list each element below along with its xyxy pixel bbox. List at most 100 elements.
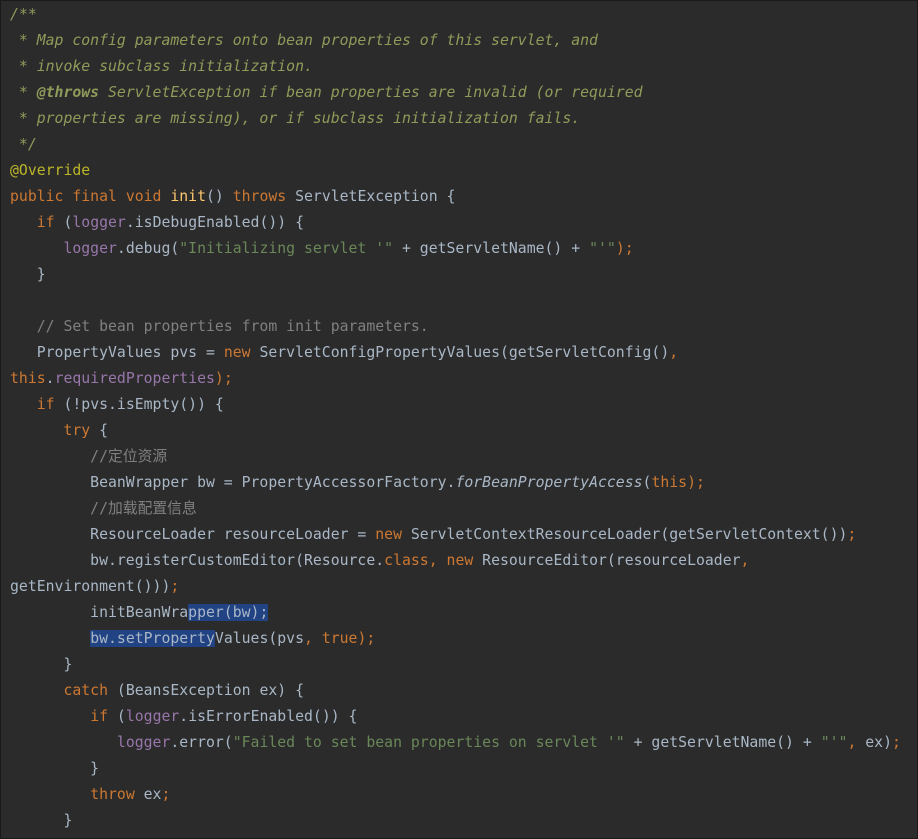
code-token: public: [10, 188, 73, 205]
code-line[interactable]: logger.error("Failed to set bean propert…: [10, 730, 901, 756]
code-token: * Map config parameters onto bean proper…: [10, 32, 598, 49]
code-token: ServletException if bean properties are …: [99, 84, 643, 101]
code-token: this: [10, 370, 46, 387]
code-line[interactable]: if (logger.isErrorEnabled()) {: [10, 704, 901, 730]
code-token: new: [375, 526, 411, 543]
code-line[interactable]: [10, 288, 901, 314]
code-token: final: [72, 188, 126, 205]
code-token: }: [10, 656, 73, 673]
code-token: );: [357, 630, 376, 647]
code-line[interactable]: * Map config parameters onto bean proper…: [10, 28, 901, 54]
code-token: ,: [740, 552, 750, 569]
code-area[interactable]: /** * Map config parameters onto bean pr…: [10, 2, 901, 834]
code-token: @Override: [10, 162, 91, 179]
code-token: true: [321, 630, 358, 647]
code-token: BeanWrapper bw = PropertyAccessorFactory…: [10, 474, 456, 491]
selected-code-token: pper(bw);: [188, 604, 269, 621]
code-token: //定位资源: [10, 448, 168, 465]
code-token: ,: [304, 630, 322, 647]
code-token: ;: [892, 734, 901, 751]
code-token: ;: [847, 526, 857, 543]
code-token: "'": [589, 240, 616, 257]
code-line[interactable]: @Override: [10, 158, 901, 184]
code-token: forBeanPropertyAccess: [455, 474, 643, 491]
code-line[interactable]: }: [10, 652, 901, 678]
code-token: logger: [125, 708, 180, 725]
code-editor[interactable]: /** * Map config parameters onto bean pr…: [0, 0, 918, 839]
code-token: ;: [170, 578, 180, 595]
code-token: ex: [143, 786, 162, 803]
code-token: .isDebugEnabled()) {: [125, 214, 305, 231]
code-token: this: [651, 474, 688, 491]
code-line[interactable]: bw.setPropertyValues(pvs, true);: [10, 626, 901, 652]
code-line[interactable]: */: [10, 132, 901, 158]
code-line[interactable]: PropertyValues pvs = new ServletConfigPr…: [10, 340, 901, 366]
code-line[interactable]: * properties are missing), or if subclas…: [10, 106, 901, 132]
code-token: throws: [232, 188, 296, 205]
code-line[interactable]: BeanWrapper bw = PropertyAccessorFactory…: [10, 470, 901, 496]
code-line[interactable]: * @throws ServletException if bean prope…: [10, 80, 901, 106]
code-line[interactable]: }: [10, 262, 901, 288]
code-line[interactable]: }: [10, 756, 901, 782]
code-token: new: [223, 344, 260, 361]
code-token: .debug(: [116, 240, 180, 257]
code-token: Values(pvs: [214, 630, 304, 647]
code-line[interactable]: }: [10, 808, 901, 834]
code-line[interactable]: * invoke subclass initialization.: [10, 54, 901, 80]
code-line[interactable]: bw.registerCustomEditor(Resource.class, …: [10, 548, 901, 574]
code-token: "Failed to set bean properties on servle…: [232, 734, 625, 751]
code-token: *: [10, 84, 37, 101]
code-token: void: [125, 188, 171, 205]
code-token: //加载配置信息: [10, 500, 197, 517]
code-line[interactable]: //定位资源: [10, 444, 901, 470]
code-token: class: [384, 552, 429, 569]
code-token: {: [99, 422, 109, 439]
code-line[interactable]: //加载配置信息: [10, 496, 901, 522]
code-line[interactable]: public final void init() throws ServletE…: [10, 184, 901, 210]
code-token: try: [63, 422, 100, 439]
code-token: (BeansException ex) {: [116, 682, 304, 699]
code-token: ex): [865, 734, 892, 751]
code-line[interactable]: catch (BeansException ex) {: [10, 678, 901, 704]
code-token: "Initializing servlet '": [179, 240, 394, 257]
code-token: // Set bean properties from init paramet…: [10, 318, 429, 335]
code-line[interactable]: ResourceLoader resourceLoader = new Serv…: [10, 522, 901, 548]
code-token: );: [214, 370, 233, 387]
code-token: init: [170, 188, 206, 205]
code-token: * invoke subclass initialization.: [10, 58, 313, 75]
code-token: .: [45, 370, 55, 387]
code-token: ,: [847, 734, 866, 751]
code-token: throw: [90, 786, 144, 803]
code-token: logger: [72, 214, 126, 231]
code-token: .isErrorEnabled()) {: [179, 708, 358, 725]
code-token: /**: [10, 6, 37, 23]
code-token: ResourceEditor(resourceLoader: [482, 552, 741, 569]
code-token: getEnvironment())): [10, 578, 171, 595]
code-line[interactable]: if (!pvs.isEmpty()) {: [10, 392, 901, 418]
code-line[interactable]: initBeanWrapper(bw);: [10, 600, 901, 626]
code-token: ServletContextResourceLoader(getServletC…: [410, 526, 848, 543]
code-line[interactable]: throw ex;: [10, 782, 901, 808]
code-line[interactable]: if (logger.isDebugEnabled()) {: [10, 210, 901, 236]
code-line[interactable]: this.requiredProperties);: [10, 366, 901, 392]
code-line[interactable]: getEnvironment()));: [10, 574, 901, 600]
code-token: }: [10, 266, 46, 283]
code-token: .error(: [170, 734, 233, 751]
code-token: + getServletName() +: [393, 240, 590, 257]
code-token: if: [90, 708, 117, 725]
code-line[interactable]: logger.debug("Initializing servlet '" + …: [10, 236, 901, 262]
code-token: }: [10, 812, 73, 829]
code-line[interactable]: try {: [10, 418, 901, 444]
code-token: @throws: [36, 84, 100, 101]
code-token: ResourceLoader resourceLoader =: [10, 526, 376, 543]
code-line[interactable]: // Set bean properties from init paramet…: [10, 314, 901, 340]
code-line[interactable]: /**: [10, 2, 901, 28]
